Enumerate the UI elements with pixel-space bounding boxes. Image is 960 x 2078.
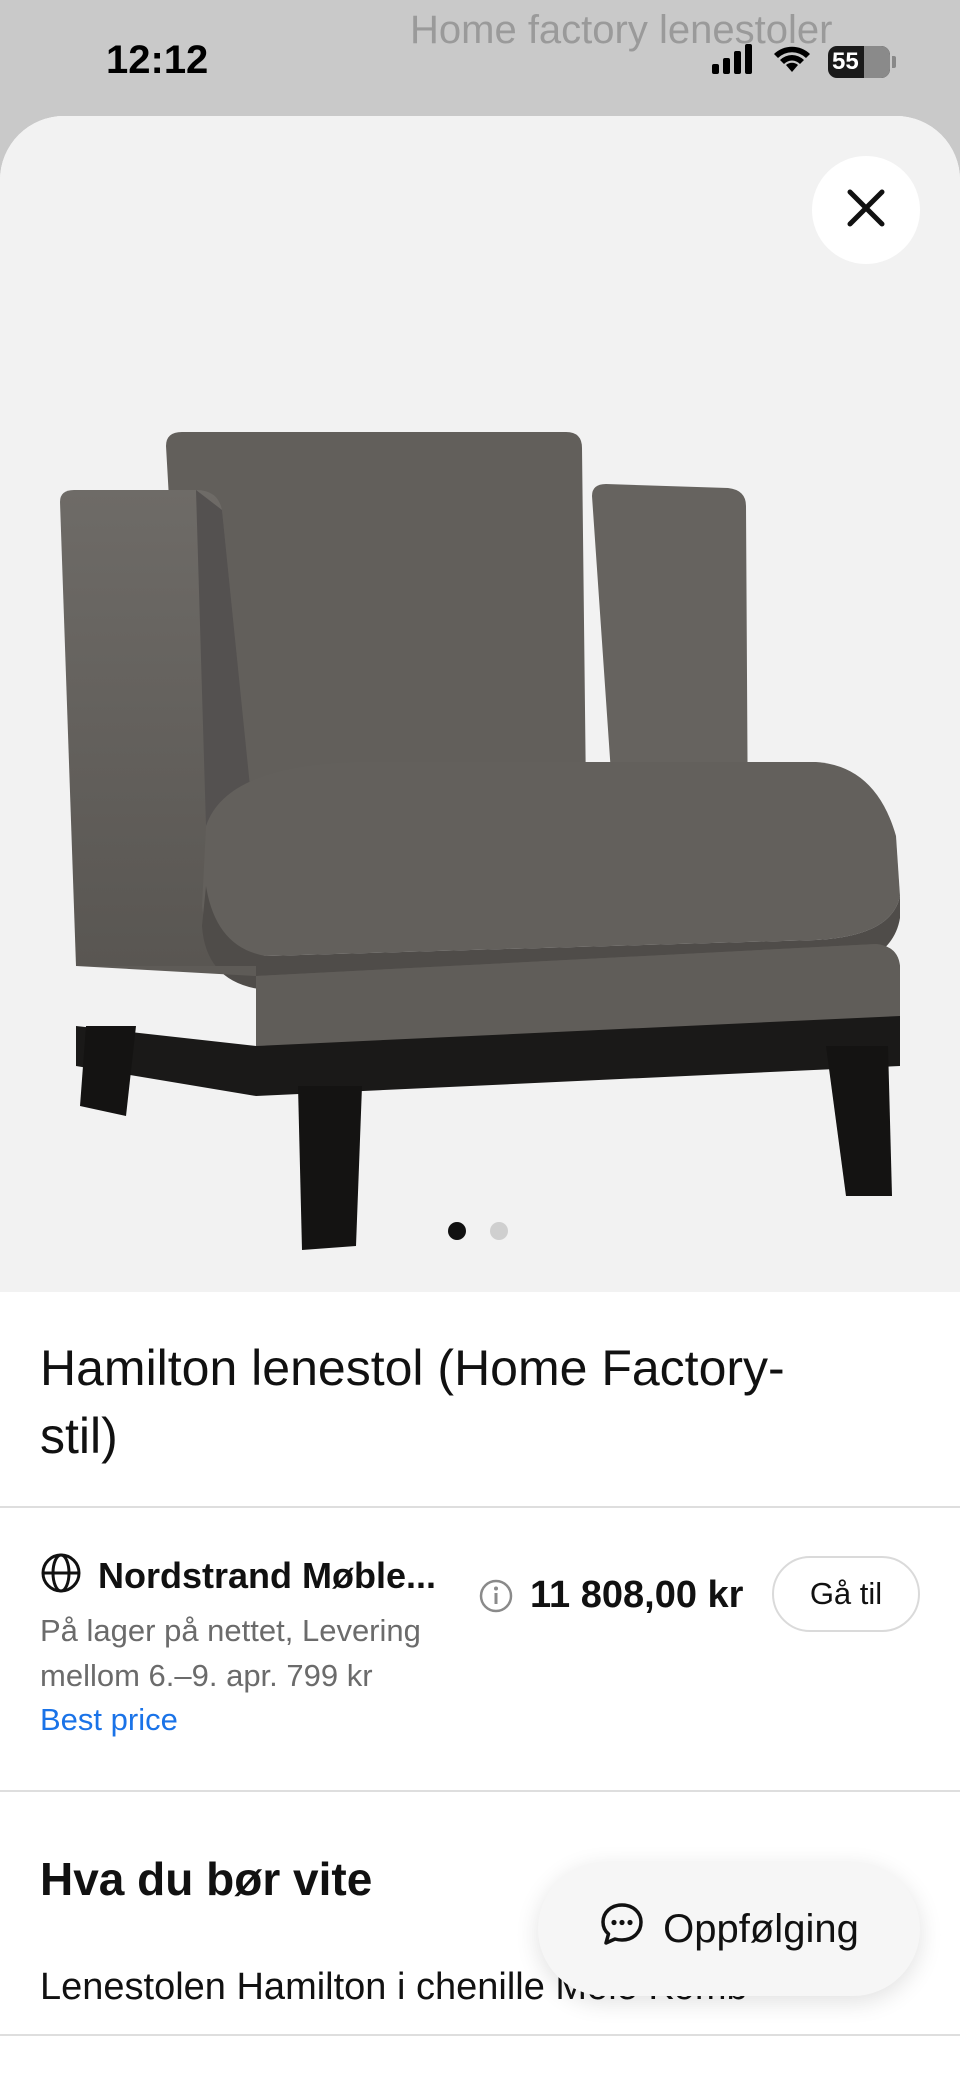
close-icon	[846, 188, 886, 233]
wifi-icon	[772, 44, 812, 79]
followup-button[interactable]: Oppfølging	[538, 1862, 920, 1996]
battery-indicator: 55	[828, 45, 890, 78]
carousel-pagination	[448, 1222, 508, 1240]
status-time: 12:12	[106, 38, 209, 82]
cellular-signal-icon	[712, 44, 756, 79]
product-image	[60, 432, 900, 1250]
carousel-dot-1[interactable]	[448, 1222, 466, 1240]
close-button[interactable]	[812, 156, 920, 264]
chat-bubble-icon	[599, 1901, 645, 1957]
carousel-dot-2[interactable]	[490, 1222, 508, 1240]
availability-text: På lager på nettet, Levering mellom 6.–9…	[40, 1613, 421, 1693]
section-title: Hva du bør vite	[40, 1853, 373, 1905]
goto-button[interactable]: Gå til	[772, 1556, 920, 1632]
best-price-label: Best price	[40, 1702, 178, 1737]
globe-icon	[40, 1552, 82, 1599]
seller-row: Nordstrand Møble...	[40, 1552, 436, 1599]
followup-label: Oppfølging	[663, 1906, 859, 1951]
price: 11 808,00 kr	[530, 1574, 744, 1616]
divider	[0, 1790, 960, 1792]
seller-name[interactable]: Nordstrand Møble...	[98, 1555, 436, 1597]
product-image-carousel[interactable]	[0, 116, 960, 1292]
info-icon[interactable]	[478, 1578, 514, 1619]
battery-level: 55	[832, 47, 859, 75]
product-sheet: Hamilton lenestol (Home Factory-stil) No…	[0, 116, 960, 2078]
status-bar: Home factory lenestoler 12:12 55	[0, 0, 960, 118]
battery-tip	[892, 55, 896, 68]
offer-row: Nordstrand Møble... På lager på nettet, …	[40, 1552, 940, 1752]
divider	[0, 2034, 960, 2036]
status-icons: 55	[712, 44, 896, 79]
product-title: Hamilton lenestol (Home Factory-stil)	[40, 1340, 785, 1464]
divider	[0, 1506, 960, 1508]
